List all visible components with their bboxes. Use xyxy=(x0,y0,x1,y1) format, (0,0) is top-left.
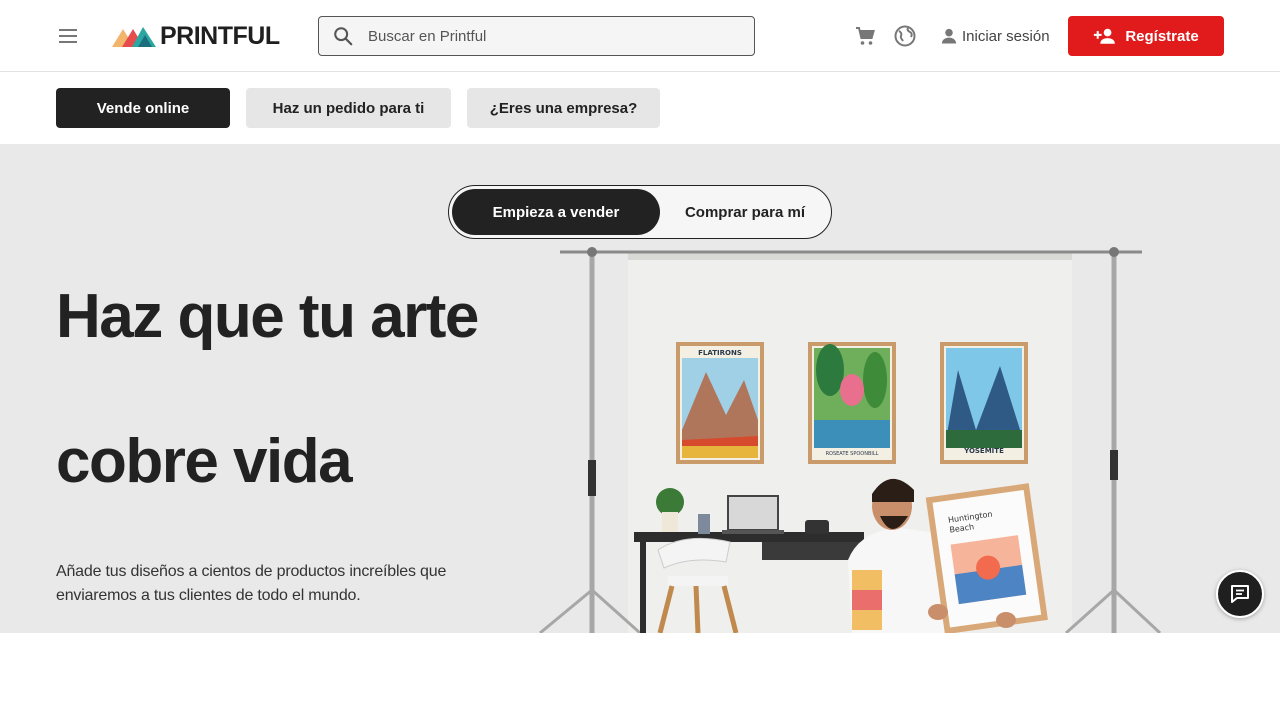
audience-nav: Vende online Haz un pedido para ti ¿Eres… xyxy=(0,72,1280,144)
register-label: Regístrate xyxy=(1125,27,1199,45)
hero-section: Empieza a vender Comprar para mí Haz que… xyxy=(0,144,1280,633)
nav-order-for-you[interactable]: Haz un pedido para ti xyxy=(246,88,451,128)
poster-title: YOSEMITE xyxy=(963,447,1004,455)
search-icon xyxy=(334,27,353,46)
hero-image: FLATIRONS ROSEATE SPOONBILL YOSEMITE Hun… xyxy=(539,247,1162,633)
headline-line-1: Haz que tu arte xyxy=(56,282,479,351)
login-link[interactable]: Iniciar sesión xyxy=(939,24,1050,48)
buy-for-me-option[interactable]: Comprar para mí xyxy=(662,189,828,235)
site-header: PRINTFUL Iniciar sesión Regístrate xyxy=(0,0,1280,72)
headline-line-2: cobre vida xyxy=(56,427,353,496)
right-light-stand xyxy=(1064,247,1162,633)
chat-icon xyxy=(1231,585,1249,603)
hero-subtext: Añade tus diseños a cientos de productos… xyxy=(56,563,447,604)
globe-icon[interactable] xyxy=(893,24,917,48)
cart-icon[interactable] xyxy=(853,24,877,48)
logo-text: PRINTFUL xyxy=(160,21,280,50)
user-icon xyxy=(941,28,957,44)
search-input[interactable] xyxy=(368,27,728,45)
register-button[interactable]: Regístrate xyxy=(1068,16,1224,56)
menu-icon[interactable] xyxy=(56,24,80,48)
left-light-stand xyxy=(539,247,642,633)
printful-logo[interactable]: PRINTFUL xyxy=(112,22,280,50)
add-user-icon xyxy=(1094,28,1116,44)
start-selling-option[interactable]: Empieza a vender xyxy=(452,189,660,235)
chat-button[interactable] xyxy=(1216,570,1264,618)
person-with-print: Huntington Beach xyxy=(848,478,1048,633)
nav-sell-online[interactable]: Vende online xyxy=(56,88,230,128)
poster-spoonbill: ROSEATE SPOONBILL xyxy=(808,342,896,464)
hero-headline: Haz que tu arte cobre vida xyxy=(56,244,536,534)
login-label: Iniciar sesión xyxy=(962,27,1050,45)
poster-title: ROSEATE SPOONBILL xyxy=(826,451,879,457)
poster-yosemite: YOSEMITE xyxy=(940,342,1028,464)
logo-mark-icon xyxy=(112,27,156,47)
search-bar[interactable] xyxy=(318,16,755,56)
poster-flatirons: FLATIRONS xyxy=(676,342,764,464)
nav-business[interactable]: ¿Eres una empresa? xyxy=(467,88,660,128)
hero-toggle: Empieza a vender Comprar para mí xyxy=(448,185,832,239)
poster-title: FLATIRONS xyxy=(698,349,742,357)
